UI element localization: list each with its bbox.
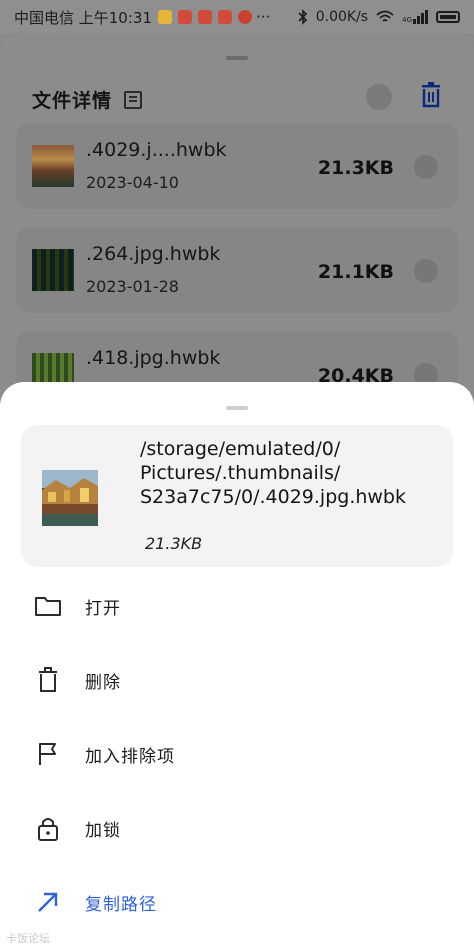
file-name: .418.jpg.hwbk: [86, 347, 221, 369]
select-radio[interactable]: [414, 155, 438, 179]
file-details-header: 文件详情: [32, 86, 143, 113]
status-bar: 中国电信 上午10:31 ··· 0.00K/s 4G: [0, 0, 474, 34]
file-thumbnail: [32, 249, 74, 291]
copy-path-label: 复制路径: [85, 894, 157, 915]
file-name: .264.jpg.hwbk: [86, 243, 221, 265]
wifi-icon: [376, 10, 394, 22]
more-notifications: ···: [256, 8, 271, 26]
notification-icon: [218, 10, 232, 24]
folder-icon: [35, 597, 61, 616]
file-path: /storage/emulated/0/ Pictures/.thumbnail…: [140, 438, 406, 508]
file-action-sheet: /storage/emulated/0/ Pictures/.thumbnail…: [0, 382, 474, 948]
file-info-card: /storage/emulated/0/ Pictures/.thumbnail…: [21, 425, 453, 567]
copy-path-action[interactable]: 复制路径: [0, 872, 474, 932]
file-date: 2023-01-28: [86, 277, 179, 296]
notification-icon: [178, 10, 192, 24]
file-thumbnail: [42, 470, 98, 526]
sheet-drag-handle[interactable]: [226, 406, 248, 410]
lock-action[interactable]: 加锁: [0, 798, 474, 858]
drag-handle[interactable]: [226, 56, 248, 60]
delete-label: 删除: [85, 672, 121, 693]
signal-icon: 4G: [402, 10, 428, 24]
add-exclusion-action[interactable]: 加入排除项: [0, 724, 474, 784]
open-label: 打开: [85, 598, 121, 619]
page-title: 文件详情: [32, 90, 113, 112]
file-size: 21.3KB: [145, 534, 203, 553]
notification-icon: [238, 10, 252, 24]
add-exclusion-label: 加入排除项: [85, 746, 175, 767]
file-size: 21.1KB: [317, 261, 394, 283]
trash-icon[interactable]: [421, 82, 441, 108]
lock-label: 加锁: [85, 820, 121, 841]
flag-icon: [39, 743, 56, 765]
arrow-up-right-icon: [38, 892, 58, 912]
list-item[interactable]: .264.jpg.hwbk 2023-01-28 21.1KB: [16, 227, 458, 313]
notification-icon: [158, 10, 172, 24]
carrier-time: 中国电信 上午10:31: [14, 8, 152, 27]
open-action[interactable]: 打开: [0, 576, 474, 636]
watermark: 卡饭论坛: [6, 932, 50, 945]
delete-action[interactable]: 删除: [0, 650, 474, 710]
lock-icon: [38, 818, 58, 841]
file-size: 21.3KB: [317, 157, 394, 179]
file-date: 2023-04-10: [86, 173, 179, 192]
trash-icon: [39, 667, 57, 692]
notification-icon: [198, 10, 212, 24]
list-item[interactable]: .4029.j....hwbk 2023-04-10 21.3KB: [16, 123, 458, 209]
select-all-toggle[interactable]: [366, 84, 392, 110]
list-icon[interactable]: [124, 90, 143, 109]
select-radio[interactable]: [414, 259, 438, 283]
file-thumbnail: [32, 145, 74, 187]
bluetooth-icon: [298, 9, 307, 25]
net-speed: 0.00K/s: [315, 9, 369, 25]
battery-icon: [436, 11, 460, 23]
file-name: .4029.j....hwbk: [86, 139, 227, 161]
